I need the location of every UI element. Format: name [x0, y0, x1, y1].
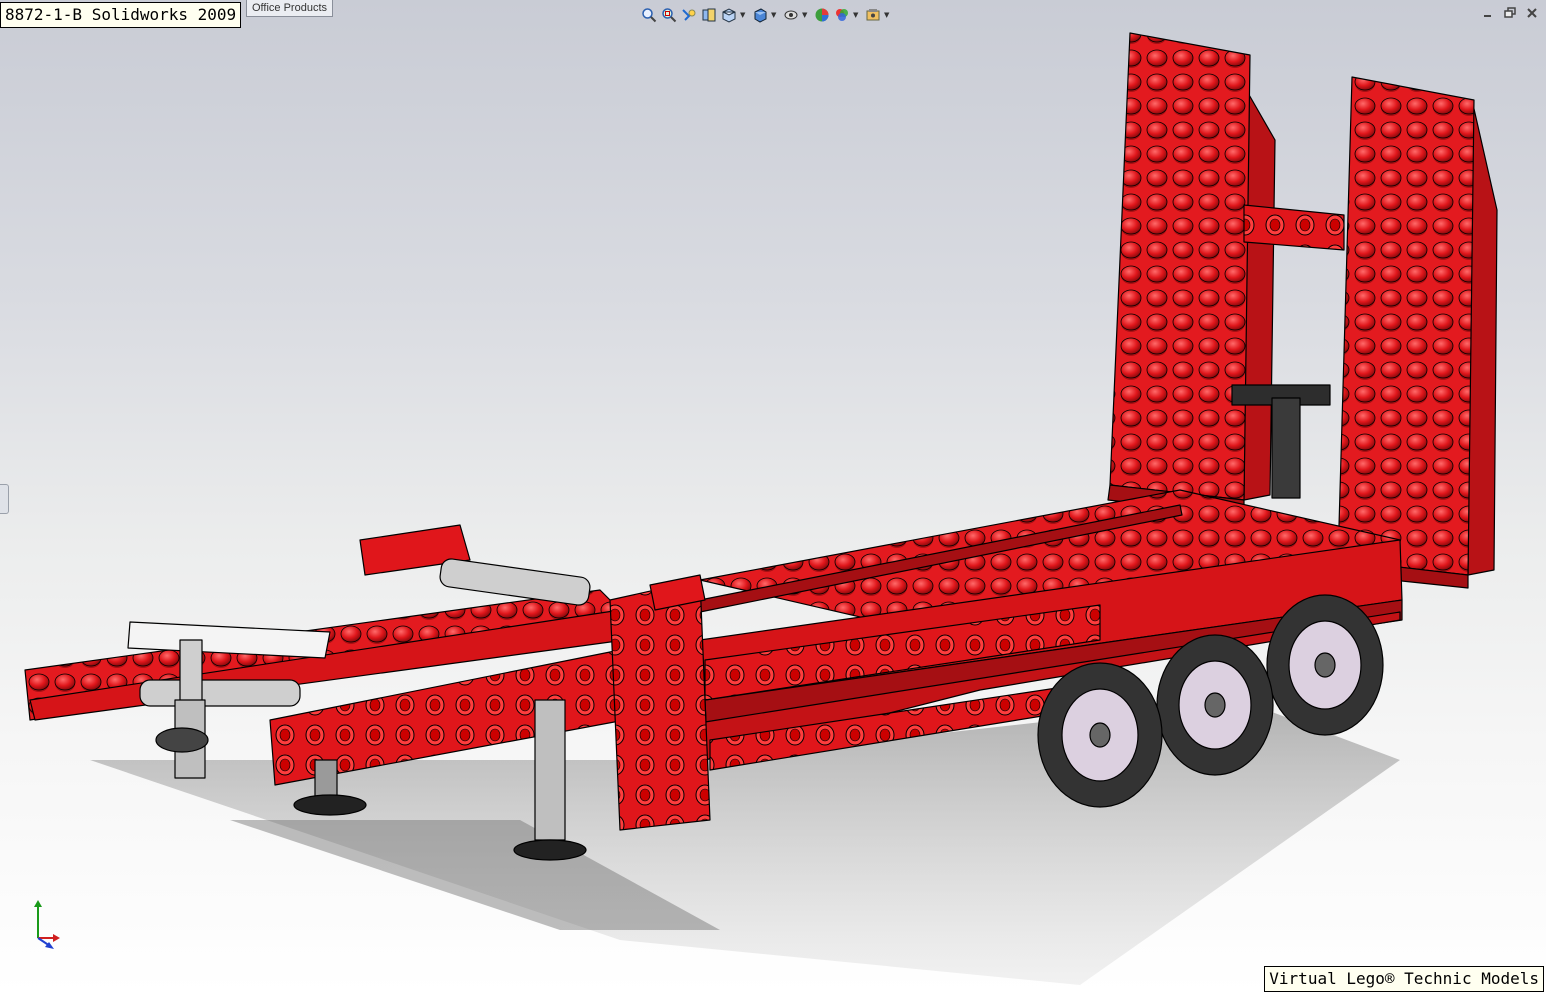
- reference-triad-icon: [34, 900, 60, 949]
- chevron-down-icon[interactable]: ▼: [853, 6, 859, 24]
- apply-scene-icon[interactable]: [833, 6, 851, 24]
- view-orientation-icon[interactable]: [720, 6, 738, 24]
- chevron-down-icon[interactable]: ▼: [771, 6, 777, 24]
- zoom-to-fit-icon[interactable]: [640, 6, 658, 24]
- previous-view-icon[interactable]: [680, 6, 698, 24]
- edit-appearance-icon[interactable]: [813, 6, 831, 24]
- right-ramp[interactable]: [1335, 76, 1498, 589]
- heads-up-view-toolbar: ▼ ▼ ▼ ▼ ▼: [640, 5, 893, 25]
- left-ramp[interactable]: [1107, 32, 1276, 516]
- wheel: [1156, 634, 1274, 776]
- ramp-crossbeam: [1243, 204, 1345, 251]
- office-products-tab[interactable]: Office Products: [246, 0, 333, 17]
- section-view-icon[interactable]: [700, 6, 718, 24]
- zoom-to-area-icon[interactable]: [660, 6, 678, 24]
- wheel: [1266, 594, 1384, 736]
- display-style-icon[interactable]: [751, 6, 769, 24]
- wheel: [1037, 662, 1163, 808]
- view-settings-icon[interactable]: [864, 6, 882, 24]
- model-viewport[interactable]: [0, 0, 1546, 994]
- title-caption: 8872-1-B Solidworks 2009: [0, 2, 242, 28]
- footer-caption: Virtual Lego® Technic Models: [1264, 966, 1544, 992]
- chevron-down-icon[interactable]: ▼: [802, 6, 808, 24]
- feature-manager-collapse-handle[interactable]: [0, 484, 9, 514]
- window-controls: [1480, 6, 1540, 20]
- chevron-down-icon[interactable]: ▼: [884, 6, 890, 24]
- close-icon[interactable]: [1524, 6, 1540, 20]
- restore-icon[interactable]: [1502, 6, 1518, 20]
- chevron-down-icon[interactable]: ▼: [740, 6, 746, 24]
- hide-show-items-icon[interactable]: [782, 6, 800, 24]
- minimize-icon[interactable]: [1480, 6, 1496, 20]
